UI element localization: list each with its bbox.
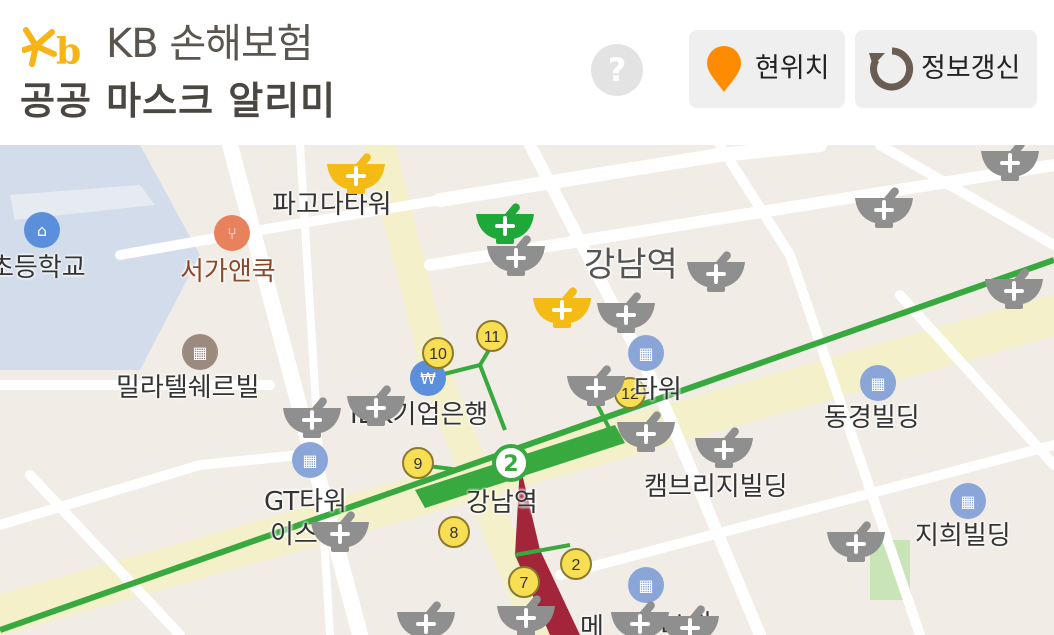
- svg-text:₩: ₩: [420, 369, 436, 388]
- map-place-label: 강남역: [466, 488, 538, 518]
- mask-store-pin-none[interactable]: [393, 598, 459, 635]
- map-place-label: 동경빌딩: [824, 403, 920, 433]
- mask-store-pin-none[interactable]: [657, 602, 723, 635]
- refresh-info-button[interactable]: 정보갱신: [855, 30, 1037, 108]
- svg-text:9: 9: [414, 456, 423, 473]
- building-icon: ▦: [950, 483, 986, 519]
- svg-text:8: 8: [450, 525, 459, 542]
- mask-store-pin-none[interactable]: [493, 592, 559, 635]
- mask-store-pin-none[interactable]: [851, 184, 917, 230]
- svg-text:⑂: ⑂: [227, 224, 237, 243]
- svg-text:⌂: ⌂: [37, 221, 47, 240]
- map-place-label: 타워: [634, 375, 682, 405]
- subway-exit-badge: 10: [422, 337, 454, 369]
- mask-store-pin-none[interactable]: [563, 362, 629, 408]
- help-button[interactable]: ?: [591, 44, 643, 96]
- map-place-label: 서가앤쿡: [180, 257, 276, 287]
- svg-text:7: 7: [520, 575, 529, 592]
- app-header: b KB 손해보험 공공 마스크 알리미 ? 현위치 정보갱신: [0, 0, 1054, 145]
- map-place-label: 밀라텔쉐르빌: [116, 373, 260, 403]
- subway-exit-badge: 11: [476, 320, 508, 352]
- svg-text:2: 2: [503, 452, 518, 477]
- map-place-label: 지희빌딩: [915, 521, 1011, 551]
- building-icon: ▦: [628, 335, 664, 371]
- mask-store-pin-none[interactable]: [691, 424, 757, 470]
- mask-store-pin-none[interactable]: [483, 232, 549, 278]
- svg-text:b: b: [56, 31, 81, 72]
- mask-store-pin-some[interactable]: [323, 150, 389, 196]
- svg-text:▦: ▦: [302, 451, 317, 470]
- restaurant-icon: ⑂: [214, 215, 250, 251]
- svg-text:▦: ▦: [192, 343, 207, 362]
- app-title: 공공 마스크 알리미: [20, 79, 337, 123]
- mask-store-pin-none[interactable]: [613, 408, 679, 454]
- current-location-button[interactable]: 현위치: [689, 30, 845, 108]
- mask-store-pin-none[interactable]: [593, 289, 659, 335]
- svg-text:▦: ▦: [960, 492, 975, 511]
- map-place-label: 초등학교: [0, 253, 86, 283]
- mask-store-pin-none[interactable]: [977, 145, 1043, 183]
- line-2-badge: 2: [492, 444, 530, 482]
- refresh-info-label: 정보갱신: [921, 53, 1021, 84]
- subway-exit-badge: 9: [402, 447, 434, 479]
- school-icon: ⌂: [24, 212, 60, 248]
- mask-store-pin-none[interactable]: [279, 394, 345, 440]
- building-icon: ▦: [860, 365, 896, 401]
- current-location-label: 현위치: [755, 53, 830, 84]
- svg-text:▦: ▦: [638, 344, 653, 363]
- building-icon: ▦: [182, 334, 218, 370]
- refresh-icon: [869, 47, 914, 91]
- subway-exit-badge: 8: [438, 516, 470, 548]
- location-pin-icon: [707, 46, 741, 92]
- svg-text:2: 2: [572, 557, 581, 574]
- mask-store-pin-none[interactable]: [823, 518, 889, 564]
- svg-text:10: 10: [429, 346, 447, 363]
- mask-store-pin-none[interactable]: [307, 508, 373, 554]
- map-place-label: 메: [580, 613, 604, 635]
- map-place-label: 캠브리지빌딩: [644, 472, 788, 502]
- map-place-label: 강남역: [584, 245, 678, 285]
- map-view[interactable]: ⌂ ⑂ ▦ ₩ ▦ ▦ ▦ ▦ ▦ 10 11 12 9 8 7 2 2 파고다타워 서가앤쿡 초등학교 밀라텔쉐르빌…: [0, 145, 1054, 635]
- mask-store-pin-none[interactable]: [343, 382, 409, 428]
- svg-text:11: 11: [484, 329, 501, 346]
- svg-text:▦: ▦: [638, 576, 653, 595]
- mask-store-pin-some[interactable]: [529, 284, 595, 330]
- brand-name: KB 손해보험: [106, 21, 314, 67]
- building-icon: ▦: [292, 442, 328, 478]
- subway-exit-badge: 2: [560, 548, 592, 580]
- mask-store-pin-none[interactable]: [981, 265, 1047, 311]
- mask-store-pin-none[interactable]: [683, 248, 749, 294]
- svg-text:▦: ▦: [870, 374, 885, 393]
- kb-star-logo-icon: b: [22, 27, 81, 72]
- road: [433, 145, 827, 207]
